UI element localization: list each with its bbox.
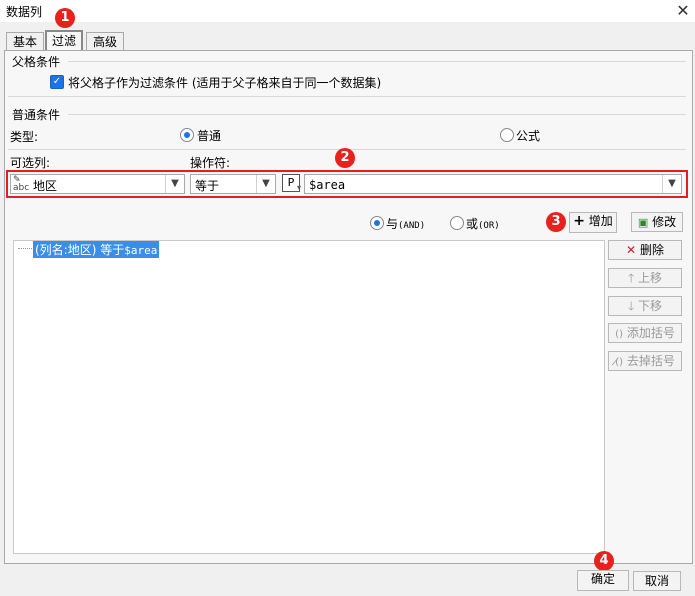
- logic-and-label: 与(AND): [386, 217, 426, 231]
- chevron-down-icon: ▼: [256, 175, 275, 193]
- add-bracket-button[interactable]: () 添加括号: [608, 323, 682, 343]
- delete-button[interactable]: ✕ 删除: [608, 240, 682, 260]
- divider: [68, 114, 686, 115]
- type-label: 类型:: [10, 130, 39, 144]
- column-label: 可选列:: [10, 156, 51, 170]
- add-button[interactable]: + 增加: [569, 212, 617, 233]
- bracket-icon: (): [615, 329, 623, 340]
- parent-condition-checkbox[interactable]: ✓: [50, 75, 64, 89]
- operator-label: 操作符:: [190, 156, 231, 170]
- operator-select-value: 等于: [195, 179, 220, 193]
- close-icon[interactable]: ✕: [672, 0, 694, 22]
- parameter-type-dropdown-icon[interactable]: ▾: [297, 183, 301, 192]
- type-normal-label: 普通: [197, 129, 222, 143]
- plus-icon: +: [573, 213, 585, 229]
- text-column-icon: ✎ abc: [13, 175, 30, 193]
- logic-or-label: 或(OR): [466, 217, 500, 231]
- remove-bracket-icon: (̸): [615, 357, 623, 368]
- annotation-badge-3: 3: [546, 212, 566, 232]
- delete-icon: ✕: [626, 243, 637, 257]
- type-formula-radio[interactable]: [500, 128, 514, 142]
- parent-condition-title: 父格条件: [12, 55, 61, 69]
- move-up-button[interactable]: 🡑 上移: [608, 268, 682, 288]
- condition-item[interactable]: (列名:地区) 等于$area: [33, 241, 160, 258]
- tab-basic[interactable]: 基本: [6, 32, 44, 51]
- tab-advanced[interactable]: 高级: [86, 32, 124, 51]
- conditions-list[interactable]: [13, 240, 605, 554]
- value-select-value: $area: [309, 178, 346, 192]
- tree-line: [18, 248, 32, 250]
- annotation-badge-4: 4: [594, 551, 614, 571]
- chevron-down-icon: ▼: [662, 175, 681, 193]
- logic-or-radio[interactable]: [450, 216, 464, 230]
- window-title: 数据列: [6, 5, 43, 19]
- chevron-down-icon: ▼: [165, 175, 184, 193]
- arrow-down-icon: 🡓: [627, 299, 635, 313]
- ok-button[interactable]: 确定: [577, 570, 629, 591]
- parent-condition-checkbox-label: 将父格子作为过滤条件 (适用于父子格来自于同一个数据集): [68, 76, 382, 90]
- value-select[interactable]: $area ▼: [304, 174, 682, 194]
- modify-button[interactable]: ▣ 修改: [631, 212, 683, 232]
- edit-icon: ▣: [637, 216, 649, 229]
- annotation-badge-1: 1: [55, 8, 75, 28]
- tab-filter[interactable]: 过滤: [45, 30, 83, 52]
- annotation-badge-2: 2: [335, 148, 355, 168]
- divider: [8, 96, 686, 97]
- type-normal-radio[interactable]: [180, 128, 194, 142]
- column-select-value: 地区: [33, 179, 58, 193]
- cancel-button[interactable]: 取消: [633, 571, 681, 591]
- remove-bracket-button[interactable]: (̸) 去掉括号: [608, 351, 682, 371]
- column-select[interactable]: ✎ abc 地区 ▼: [10, 174, 185, 194]
- title-bar: [0, 0, 695, 22]
- logic-and-radio[interactable]: [370, 216, 384, 230]
- normal-condition-title: 普通条件: [12, 108, 61, 122]
- arrow-up-icon: 🡑: [627, 271, 635, 285]
- operator-select[interactable]: 等于 ▼: [190, 174, 276, 194]
- divider: [68, 61, 686, 62]
- type-formula-label: 公式: [516, 129, 541, 143]
- move-down-button[interactable]: 🡓 下移: [608, 296, 682, 316]
